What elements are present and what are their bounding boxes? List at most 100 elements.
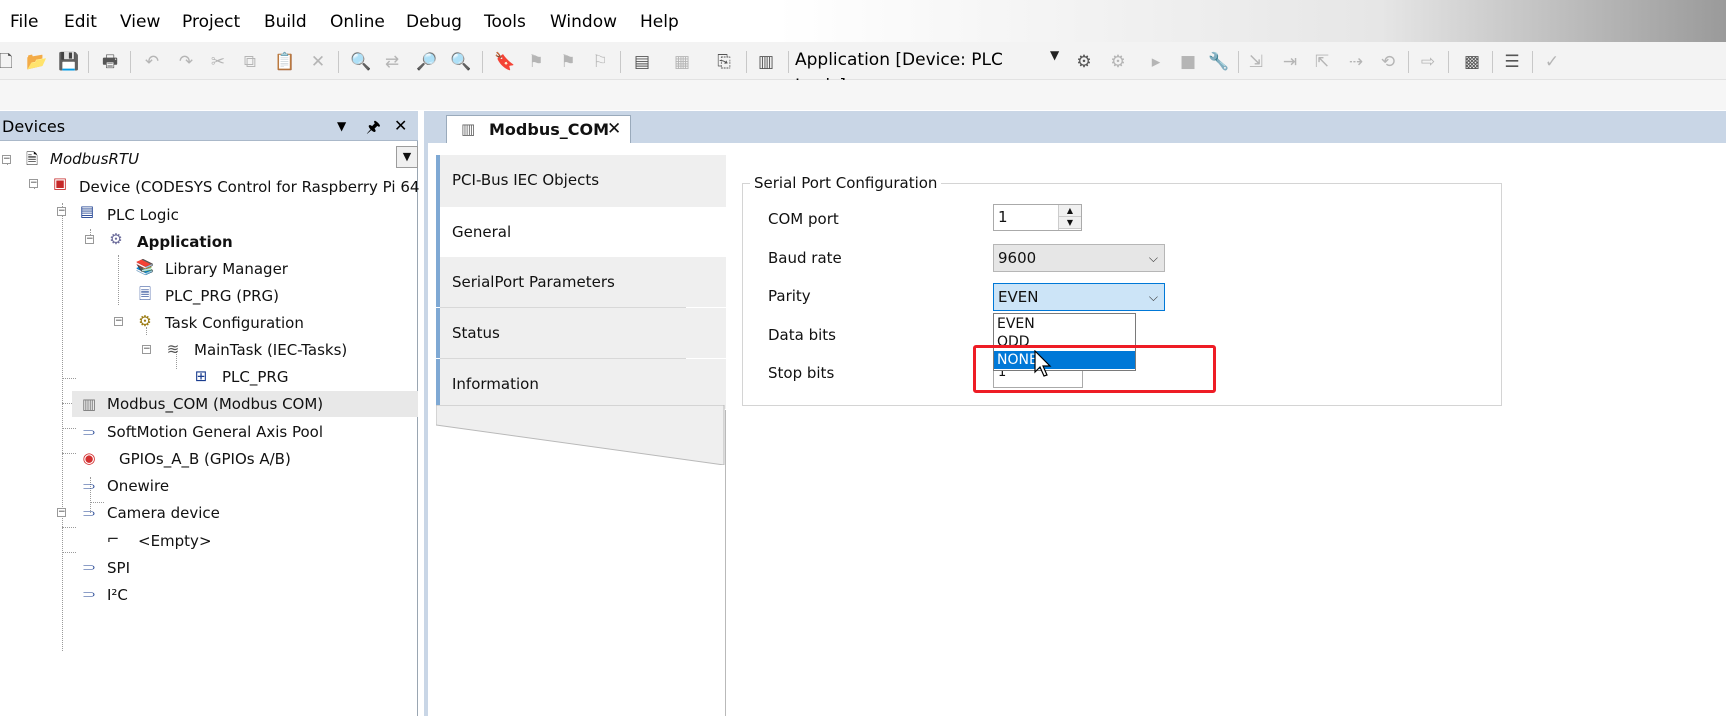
- tree-node-gpios[interactable]: GPIOs_A_B (GPIOs A/B): [119, 446, 291, 472]
- step-out-icon[interactable]: ⇱: [1312, 52, 1332, 72]
- parity-combo[interactable]: EVEN ⌵: [993, 283, 1165, 311]
- bit-view-icon[interactable]: ▥: [756, 52, 776, 72]
- write-values-icon[interactable]: ▩: [1462, 52, 1482, 72]
- bookmark-clear-icon[interactable]: ⚐: [590, 52, 610, 72]
- chevron-down-icon[interactable]: ▼: [1050, 48, 1059, 62]
- library-manager-icon: 📚: [135, 258, 155, 276]
- run-to-cursor-icon[interactable]: ⇢: [1346, 52, 1366, 72]
- toolbar-separator: [620, 51, 621, 73]
- tab-information[interactable]: Information: [436, 359, 726, 409]
- tree-node-task-configuration[interactable]: Task Configuration: [165, 310, 304, 336]
- pin-icon[interactable]: 🖈: [366, 116, 381, 143]
- menu-edit[interactable]: Edit: [64, 12, 97, 32]
- delete-icon[interactable]: ✕: [308, 52, 328, 72]
- tree-node-i2c[interactable]: I²C: [107, 582, 128, 608]
- tree-node-empty[interactable]: <Empty>: [138, 528, 212, 554]
- find-next-icon[interactable]: 🔎: [416, 52, 437, 72]
- active-application-combo[interactable]: Application [Device: PLC Logic]: [795, 47, 1055, 96]
- open-folder-icon[interactable]: 📂: [26, 52, 47, 72]
- chevron-down-icon[interactable]: ⌵: [1149, 284, 1158, 310]
- menu-view[interactable]: View: [120, 12, 160, 32]
- tree-node-onewire[interactable]: Onewire: [107, 473, 169, 499]
- print-icon[interactable]: 🖶: [100, 52, 120, 72]
- close-icon[interactable]: ✕: [607, 119, 621, 139]
- breakpoint-icon[interactable]: ⟲: [1378, 52, 1398, 72]
- tree-root-dropdown[interactable]: ▼: [396, 146, 418, 168]
- redo-icon[interactable]: ↷: [176, 52, 196, 72]
- editor-tab-modbus-com[interactable]: ▥ Modbus_COM ✕: [446, 115, 631, 143]
- properties-icon[interactable]: ⎘: [714, 52, 734, 72]
- release-force-icon[interactable]: ✓: [1542, 52, 1562, 72]
- bookmark-icon[interactable]: 🔖: [494, 52, 515, 72]
- find-previous-icon[interactable]: 🔍: [450, 52, 471, 72]
- start-icon[interactable]: ▸: [1146, 52, 1166, 72]
- collapse-icon[interactable]: −: [114, 317, 123, 326]
- toolbar-separator: [1532, 51, 1533, 73]
- bookmark-next-icon[interactable]: ⚑: [526, 52, 546, 72]
- menu-debug[interactable]: Debug: [406, 12, 462, 32]
- collapse-icon[interactable]: −: [29, 179, 38, 188]
- bookmark-prev-icon[interactable]: ⚑: [558, 52, 578, 72]
- tab-pci-bus-iec-objects[interactable]: PCI-Bus IEC Objects: [436, 155, 726, 207]
- tree-node-plc-prg-call[interactable]: PLC_PRG: [222, 364, 288, 390]
- menu-online[interactable]: Online: [330, 12, 385, 32]
- com-port-label: COM port: [768, 210, 839, 228]
- parity-option-even[interactable]: EVEN: [994, 315, 1135, 333]
- collapse-icon[interactable]: −: [142, 345, 151, 354]
- copy-icon[interactable]: ⧉: [240, 52, 260, 72]
- tree-node-softmotion[interactable]: SoftMotion General Axis Pool: [107, 419, 323, 445]
- set-next-statement-icon[interactable]: ⇨: [1418, 52, 1438, 72]
- collapse-icon[interactable]: −: [2, 155, 11, 164]
- tree-node-modbusrtu[interactable]: ModbusRTU: [50, 146, 139, 172]
- chevron-down-icon[interactable]: ⌵: [1149, 245, 1158, 271]
- devices-panel-title: Devices: [2, 117, 66, 136]
- tab-general[interactable]: General: [436, 207, 726, 257]
- tree-node-plc-prg[interactable]: PLC_PRG (PRG): [165, 283, 279, 309]
- pou-icon[interactable]: ▤: [632, 52, 652, 72]
- step-over-icon[interactable]: ⇥: [1280, 52, 1300, 72]
- tree-node-plc-logic[interactable]: PLC Logic: [107, 202, 179, 228]
- tree-node-maintask[interactable]: MainTask (IEC-Tasks): [194, 337, 347, 363]
- menu-help[interactable]: Help: [640, 12, 679, 32]
- logout-icon[interactable]: ⚙: [1108, 52, 1128, 72]
- add-object-icon[interactable]: ▦: [672, 52, 692, 72]
- undo-icon[interactable]: ↶: [142, 52, 162, 72]
- baud-rate-combo[interactable]: 9600 ⌵: [993, 244, 1165, 272]
- tree-line: [62, 378, 76, 379]
- tree-node-device[interactable]: Device (CODESYS Control for Raspberry Pi…: [79, 174, 448, 200]
- paste-icon[interactable]: 📋: [274, 52, 295, 72]
- menu-build[interactable]: Build: [264, 12, 307, 32]
- parity-value: EVEN: [998, 288, 1039, 306]
- find-icon[interactable]: 🔍: [350, 52, 371, 72]
- force-values-icon[interactable]: ☰: [1502, 52, 1522, 72]
- login-icon[interactable]: ⚙: [1074, 52, 1094, 72]
- tree-node-camera-device[interactable]: Camera device: [107, 500, 220, 526]
- spin-up-icon[interactable]: ▲: [1059, 205, 1081, 217]
- tree-node-application[interactable]: Application: [137, 229, 233, 255]
- save-icon[interactable]: 💾: [58, 52, 79, 72]
- tree-node-spi[interactable]: SPI: [107, 555, 130, 581]
- tree-node-modbus-com[interactable]: Modbus_COM (Modbus COM): [107, 391, 323, 417]
- chevron-down-icon[interactable]: ▼: [337, 119, 346, 133]
- menu-tools[interactable]: Tools: [484, 12, 526, 32]
- spin-down-icon[interactable]: ▼: [1059, 217, 1081, 229]
- new-project-icon[interactable]: 🗋: [0, 52, 16, 72]
- modbus-com-icon: ▥: [461, 120, 476, 138]
- plc-logic-icon: ▤: [79, 202, 95, 220]
- tab-status[interactable]: Status: [436, 308, 726, 358]
- menu-window[interactable]: Window: [550, 12, 617, 32]
- build-icon[interactable]: 🔧: [1208, 52, 1229, 72]
- tree-node-library-manager[interactable]: Library Manager: [165, 256, 288, 282]
- collapse-icon[interactable]: −: [57, 508, 66, 517]
- replace-icon[interactable]: ⇄: [382, 52, 402, 72]
- close-icon[interactable]: ✕: [394, 116, 407, 135]
- menu-file[interactable]: File: [10, 12, 38, 32]
- tab-serialport-parameters[interactable]: SerialPort Parameters: [436, 257, 726, 307]
- menu-project[interactable]: Project: [182, 12, 240, 32]
- step-into-icon[interactable]: ⇲: [1246, 52, 1266, 72]
- collapse-icon[interactable]: −: [57, 207, 66, 216]
- collapse-icon[interactable]: −: [85, 235, 94, 244]
- cut-icon[interactable]: ✂: [208, 52, 228, 72]
- devices-panel-header: Devices ▼ 🖈 ✕: [0, 111, 418, 141]
- stop-icon[interactable]: ■: [1178, 52, 1198, 72]
